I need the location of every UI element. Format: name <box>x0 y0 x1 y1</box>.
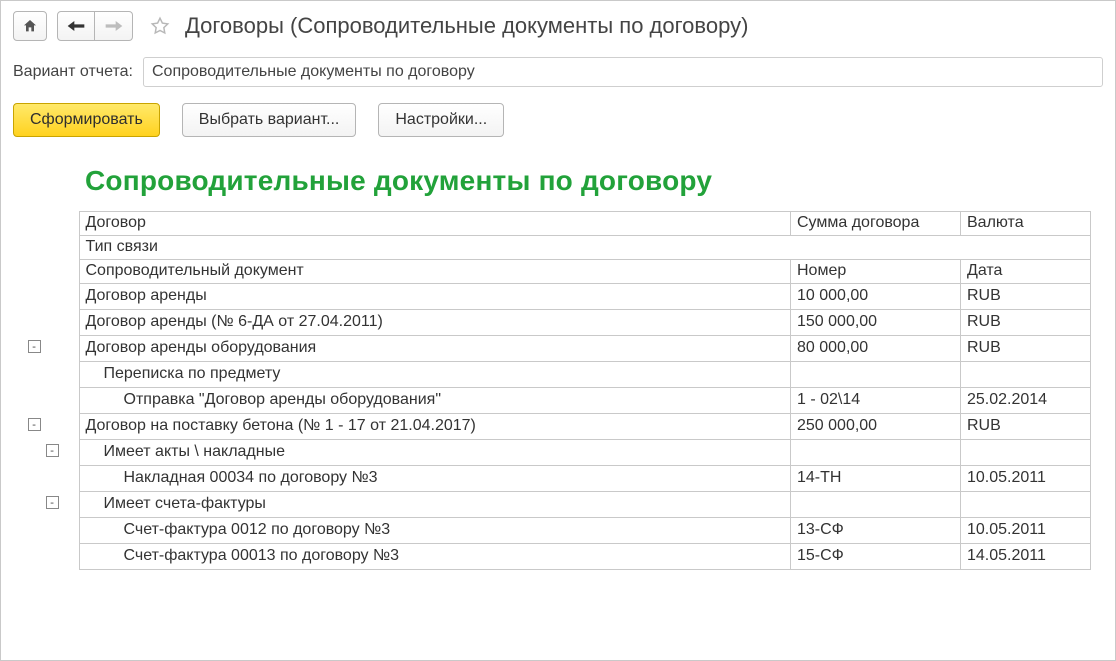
row-right-cell: 14.05.2011 <box>961 544 1091 570</box>
arrow-left-icon <box>66 19 86 33</box>
table-row: - Договор на поставку бетона (№ 1 - 17 от… <box>25 414 1091 440</box>
app-window: Договоры (Сопроводительные документы по … <box>0 0 1116 661</box>
row-mid-cell <box>791 440 961 466</box>
col-currency: Валюта <box>961 212 1091 236</box>
home-icon <box>22 18 38 34</box>
row-right-cell: RUB <box>961 414 1091 440</box>
col-number: Номер <box>791 260 961 284</box>
row-right-cell: 10.05.2011 <box>961 466 1091 492</box>
col-contract: Договор <box>79 212 791 236</box>
row-mid-cell: 80 000,00 <box>791 336 961 362</box>
row-right-cell <box>961 440 1091 466</box>
row-name-cell[interactable]: Договор аренды (№ 6-ДА от 27.04.2011) <box>79 310 791 336</box>
row-name-cell[interactable]: Переписка по предмету <box>79 362 791 388</box>
table-row: Договор аренды10 000,00RUB <box>25 284 1091 310</box>
tree-toggle[interactable]: - <box>28 340 41 353</box>
table-row: Договор аренды (№ 6-ДА от 27.04.2011)150… <box>25 310 1091 336</box>
row-name-cell[interactable]: Счет-фактура 0012 по договору №3 <box>79 518 791 544</box>
table-row: - Имеет акты \ накладные <box>25 440 1091 466</box>
report-variant-row: Вариант отчета: <box>1 45 1115 93</box>
table-row: - Имеет счета-фактуры <box>25 492 1091 518</box>
row-right-cell: RUB <box>961 310 1091 336</box>
table-row: Счет-фактура 0012 по договору №313-СФ10.… <box>25 518 1091 544</box>
row-mid-cell: 10 000,00 <box>791 284 961 310</box>
col-link-type: Тип связи <box>79 236 1091 260</box>
row-name-cell[interactable]: Договор аренды <box>79 284 791 310</box>
report-area: Сопроводительные документы по договору Д… <box>1 151 1115 570</box>
table-row: Счет-фактура 00013 по договору №315-СФ14… <box>25 544 1091 570</box>
row-right-cell <box>961 492 1091 518</box>
row-name-cell[interactable]: Имеет счета-фактуры <box>79 492 791 518</box>
col-sum: Сумма договора <box>791 212 961 236</box>
table-row: Накладная 00034 по договору №314-ТН10.05… <box>25 466 1091 492</box>
row-name-cell[interactable]: Накладная 00034 по договору №3 <box>79 466 791 492</box>
row-mid-cell <box>791 362 961 388</box>
col-doc: Сопроводительный документ <box>79 260 791 284</box>
table-row: - Договор аренды оборудования80 000,00RUB <box>25 336 1091 362</box>
report-title: Сопроводительные документы по договору <box>25 151 1111 211</box>
row-mid-cell: 250 000,00 <box>791 414 961 440</box>
row-right-cell: RUB <box>961 336 1091 362</box>
choose-variant-button[interactable]: Выбрать вариант... <box>182 103 357 137</box>
report-variant-label: Вариант отчета: <box>13 63 133 81</box>
favorite-toggle[interactable] <box>143 15 173 37</box>
nav-back-button[interactable] <box>57 11 95 41</box>
header-toolbar: Договоры (Сопроводительные документы по … <box>1 1 1115 45</box>
row-mid-cell: 15-СФ <box>791 544 961 570</box>
arrow-right-icon <box>104 19 124 33</box>
report-table: Договор Сумма договора Валюта Тип связи … <box>25 211 1091 570</box>
row-right-cell: 10.05.2011 <box>961 518 1091 544</box>
report-variant-input[interactable] <box>143 57 1103 87</box>
actions-row: Сформировать Выбрать вариант... Настройк… <box>1 93 1115 151</box>
row-mid-cell <box>791 492 961 518</box>
row-name-cell[interactable]: Отправка "Договор аренды оборудования" <box>79 388 791 414</box>
window-title: Договоры (Сопроводительные документы по … <box>185 13 748 39</box>
row-name-cell[interactable]: Договор аренды оборудования <box>79 336 791 362</box>
row-name-cell[interactable]: Счет-фактура 00013 по договору №3 <box>79 544 791 570</box>
col-date: Дата <box>961 260 1091 284</box>
table-row: Отправка "Договор аренды оборудования"1 … <box>25 388 1091 414</box>
table-row: Переписка по предмету <box>25 362 1091 388</box>
row-mid-cell: 1 - 02\14 <box>791 388 961 414</box>
nav-forward-button[interactable] <box>95 11 133 41</box>
star-icon <box>149 15 171 37</box>
home-button[interactable] <box>13 11 47 41</box>
row-name-cell[interactable]: Договор на поставку бетона (№ 1 - 17 от … <box>79 414 791 440</box>
row-mid-cell: 14-ТН <box>791 466 961 492</box>
row-right-cell: 25.02.2014 <box>961 388 1091 414</box>
row-mid-cell: 150 000,00 <box>791 310 961 336</box>
tree-toggle[interactable]: - <box>46 444 59 457</box>
tree-toggle[interactable]: - <box>28 418 41 431</box>
nav-history-group <box>57 11 133 41</box>
generate-button[interactable]: Сформировать <box>13 103 160 137</box>
settings-button[interactable]: Настройки... <box>378 103 504 137</box>
row-right-cell: RUB <box>961 284 1091 310</box>
row-name-cell[interactable]: Имеет акты \ накладные <box>79 440 791 466</box>
row-right-cell <box>961 362 1091 388</box>
tree-toggle[interactable]: - <box>46 496 59 509</box>
row-mid-cell: 13-СФ <box>791 518 961 544</box>
